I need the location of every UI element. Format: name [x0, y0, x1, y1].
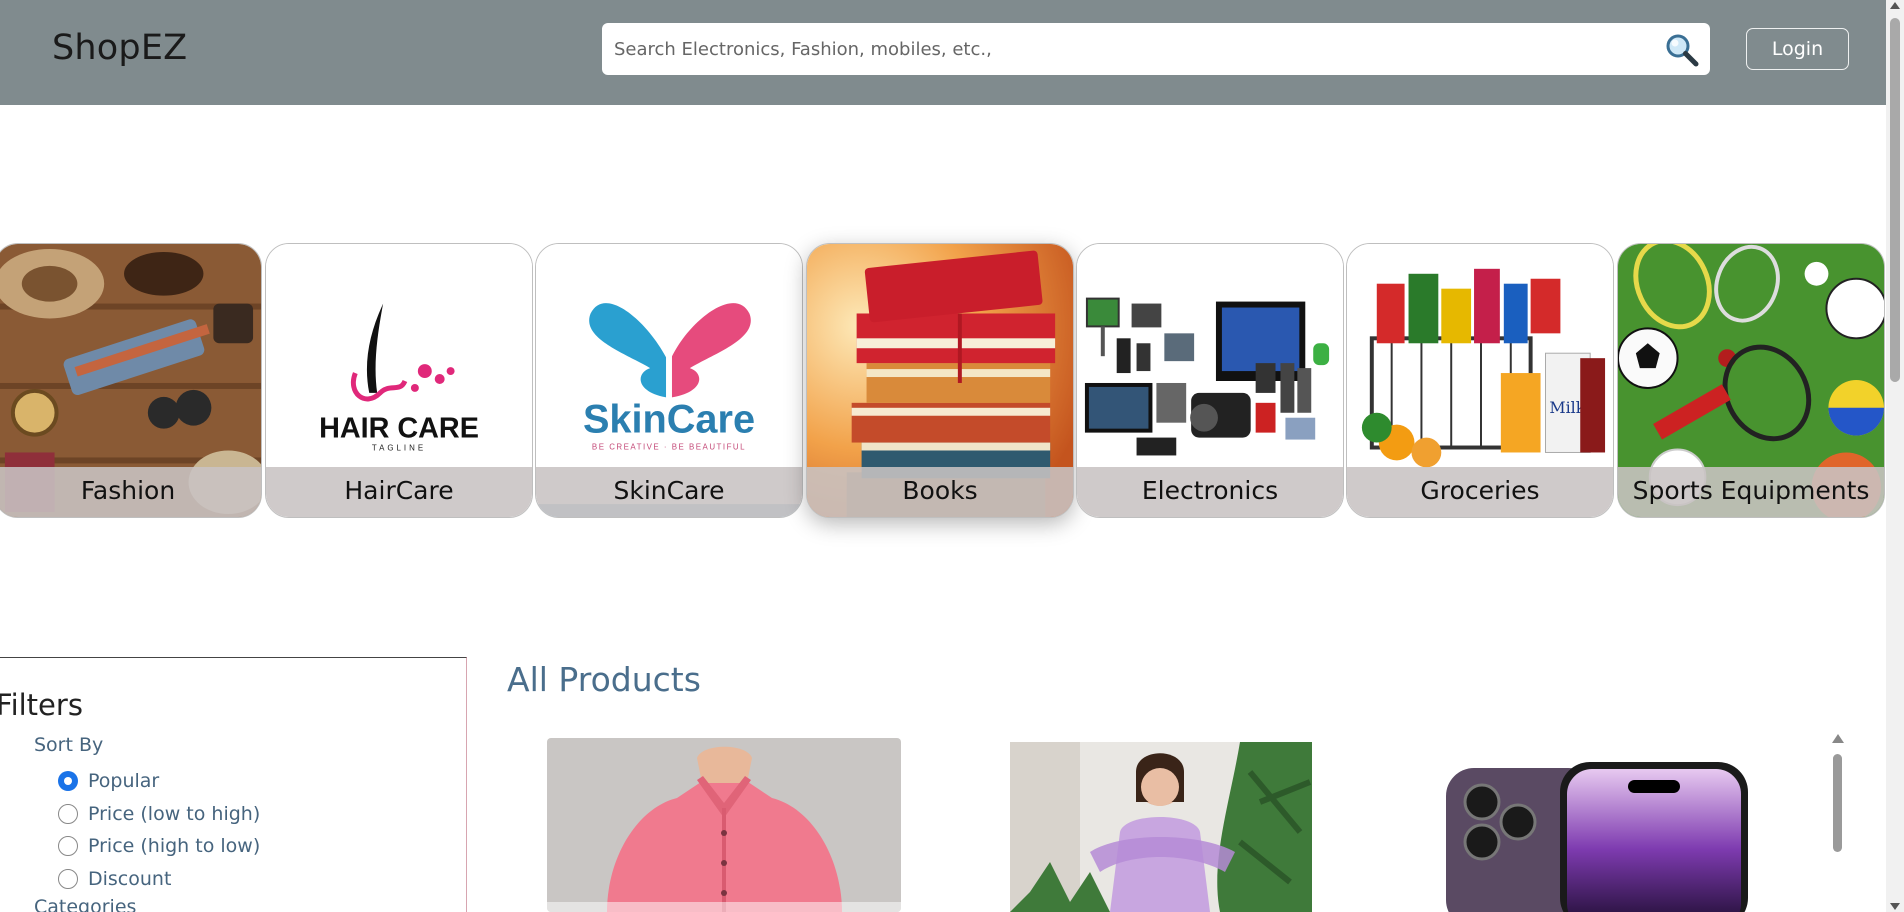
skincare-logo-text: SkinCare [583, 398, 755, 442]
page: ShopEZ Login [0, 0, 1904, 912]
search-bar [602, 23, 1710, 75]
category-carousel: Fashion HAIR CARE TAGLINE HairCare SkinC… [0, 243, 1886, 519]
sort-option-label: Discount [88, 868, 172, 890]
page-scrollbar[interactable] [1886, 0, 1904, 912]
scrollbar-thumb[interactable] [1833, 754, 1842, 852]
category-label: Groceries [1347, 467, 1613, 517]
products-scrollbar[interactable] [1829, 732, 1845, 912]
product-card-shirt[interactable] [547, 738, 901, 912]
filters-panel: Filters Sort By Popular Price (low to hi… [0, 657, 467, 912]
sort-option-price-low-to-high[interactable]: Price (low to high) [58, 801, 260, 827]
filters-title: Filters [0, 688, 83, 722]
category-card-groceries[interactable]: Milk Groceries [1346, 243, 1614, 518]
category-label: SkinCare [536, 467, 802, 517]
category-card-sports-equipments[interactable]: Sports Equipments [1617, 243, 1885, 518]
radio-button[interactable] [58, 804, 78, 824]
search-input[interactable] [614, 23, 1654, 75]
category-card-books[interactable]: Books [806, 243, 1074, 518]
product-card-iphone[interactable] [1420, 740, 1772, 912]
category-label: Books [807, 467, 1073, 517]
categories-heading: Categories [34, 896, 137, 912]
all-products-title: All Products [507, 660, 701, 699]
sort-option-price-high-to-low[interactable]: Price (high to low) [58, 833, 260, 859]
login-button[interactable]: Login [1746, 28, 1849, 70]
scrollbar-thumb[interactable] [1890, 18, 1900, 382]
search-icon[interactable] [1664, 32, 1700, 68]
top-navbar: ShopEZ Login [0, 0, 1886, 105]
category-card-skincare[interactable]: SkinCare BE CREATIVE · BE BEAUTIFUL Skin… [535, 243, 803, 518]
radio-button[interactable] [58, 869, 78, 889]
scroll-up-arrow-icon[interactable] [1890, 2, 1900, 9]
category-card-haircare[interactable]: HAIR CARE TAGLINE HairCare [265, 243, 533, 518]
sort-option-popular[interactable]: Popular [58, 768, 159, 794]
sort-option-label: Popular [88, 770, 160, 792]
radio-button[interactable] [58, 771, 78, 791]
product-image [547, 738, 901, 912]
product-image [1010, 742, 1312, 912]
scroll-down-arrow-icon[interactable] [1890, 903, 1900, 910]
category-card-fashion[interactable]: Fashion [0, 243, 262, 518]
sort-by-heading: Sort By [34, 734, 104, 756]
category-label: Electronics [1077, 467, 1343, 517]
skincare-tagline: BE CREATIVE · BE BEAUTIFUL [592, 442, 746, 451]
category-label: HairCare [266, 467, 532, 517]
scroll-up-arrow-icon[interactable] [1832, 734, 1844, 743]
category-label: Fashion [0, 467, 261, 517]
haircare-tagline: TAGLINE [372, 443, 426, 452]
sort-option-discount[interactable]: Discount [58, 866, 171, 892]
haircare-logo-text: HAIR CARE [319, 413, 479, 445]
sort-option-label: Price (low to high) [88, 803, 261, 825]
sort-option-label: Price (high to low) [88, 835, 261, 857]
brand-logo[interactable]: ShopEZ [52, 28, 187, 68]
product-card-kurta[interactable] [1010, 742, 1312, 912]
category-card-electronics[interactable]: Electronics [1076, 243, 1344, 518]
category-label: Sports Equipments [1618, 467, 1884, 517]
product-image [1420, 740, 1772, 912]
radio-button[interactable] [58, 836, 78, 856]
